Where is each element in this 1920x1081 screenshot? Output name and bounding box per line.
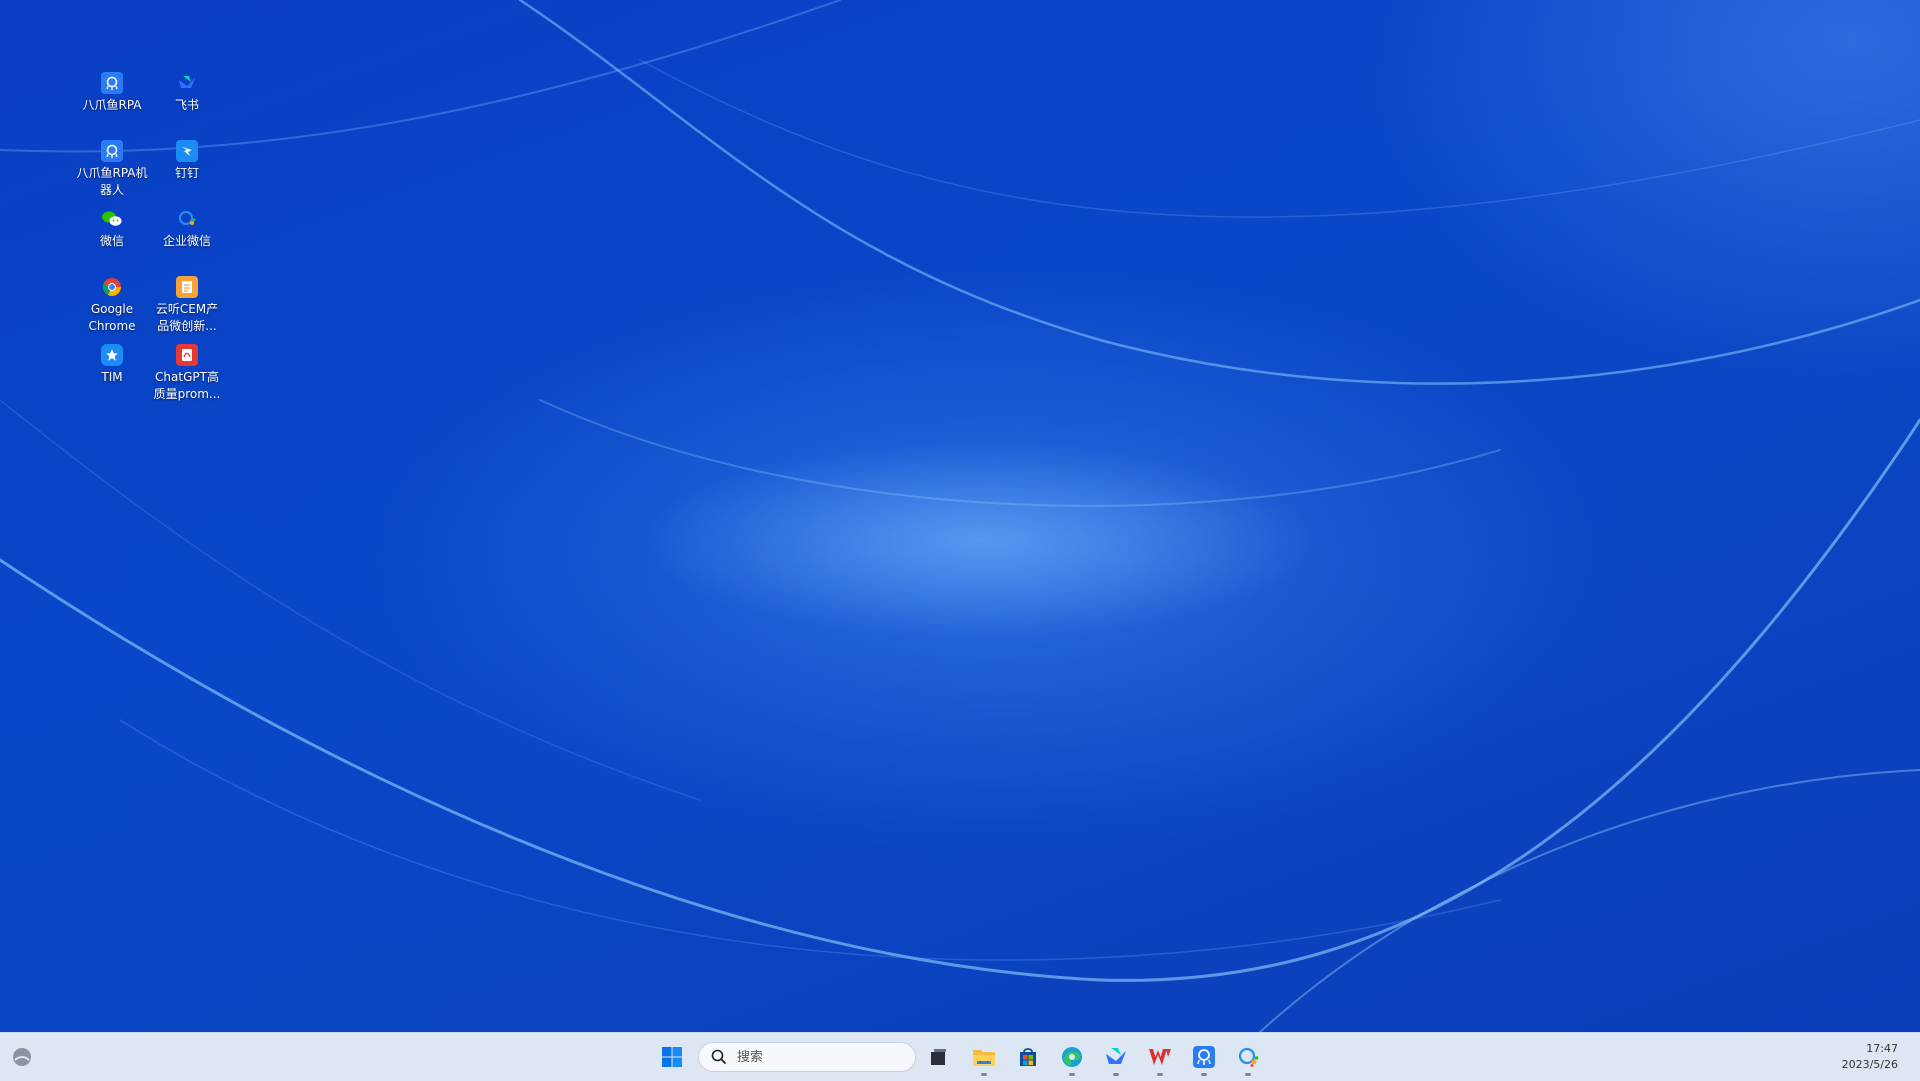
taskbar-wecom[interactable] (1232, 1041, 1264, 1076)
edge-icon (1062, 1047, 1082, 1067)
desktop-icon-tim[interactable]: TIM (75, 344, 149, 386)
desktop-icon-label: TIM (101, 370, 123, 384)
desktop-icon-label: 钉钉 (174, 166, 199, 180)
clock-time: 17:47 (1866, 1042, 1898, 1055)
feishu-icon (1106, 1048, 1126, 1064)
taskbar-ms-store[interactable] (1012, 1041, 1044, 1073)
desktop-icon-document[interactable]: 云听CEM产 品微创新... (150, 276, 224, 335)
ms-store-icon (1020, 1048, 1036, 1066)
widgets-button[interactable] (6, 1041, 38, 1073)
desktop-icon-label: Google Chrome (88, 302, 136, 333)
taskbar-wps[interactable] (1144, 1041, 1176, 1076)
task-view-button[interactable] (922, 1041, 954, 1073)
chrome-icon (101, 276, 123, 298)
octopus-rpa-icon (1193, 1046, 1215, 1068)
taskbar-search[interactable] (698, 1042, 916, 1072)
taskbar-octopus-rpa[interactable] (1188, 1041, 1220, 1076)
desktop-icon-wecom[interactable]: 企业微信 (150, 208, 224, 250)
octopus-rpa-icon (101, 72, 123, 94)
running-indicator (1113, 1073, 1119, 1076)
running-indicator (981, 1073, 987, 1076)
wechat-icon (101, 208, 123, 230)
desktop-icon-pdf[interactable]: ChatGPT高 质量prom... (150, 344, 224, 403)
running-indicator (1157, 1073, 1163, 1076)
start-icon (662, 1047, 682, 1067)
desktop: 八爪鱼RPA 飞书 八爪鱼RPA机 器人 钉钉 微信 企业微信 Google C… (0, 0, 1920, 1080)
search-icon (711, 1049, 727, 1065)
desktop-icon-label: ChatGPT高 质量prom... (153, 370, 221, 401)
desktop-icon-label: 云听CEM产 品微创新... (155, 302, 219, 333)
running-indicator (1245, 1073, 1251, 1076)
taskbar-file-explorer[interactable] (968, 1041, 1000, 1076)
file-explorer-icon (973, 1050, 995, 1066)
wallpaper-swirl (0, 0, 1920, 1032)
desktop-icon-chrome[interactable]: Google Chrome (75, 276, 149, 335)
system-clock[interactable]: 17:47 2023/5/26 (1842, 1041, 1898, 1073)
desktop-icon-wechat[interactable]: 微信 (75, 208, 149, 250)
taskbar: 17:47 2023/5/26 (0, 1032, 1920, 1081)
running-indicator (1069, 1073, 1075, 1076)
desktop-icon-octopus-rpa-robot[interactable]: 八爪鱼RPA机 器人 (75, 140, 149, 199)
desktop-icon-label: 企业微信 (162, 234, 211, 248)
document-icon (176, 276, 198, 298)
running-indicator (1201, 1073, 1207, 1076)
wps-icon (1149, 1049, 1171, 1065)
desktop-icon-label: 飞书 (174, 98, 199, 112)
wecom-icon (176, 208, 198, 230)
desktop-icon-label: 微信 (99, 234, 124, 248)
clock-date: 2023/5/26 (1841, 1058, 1898, 1071)
wecom-icon (1238, 1047, 1259, 1067)
tim-icon (101, 344, 123, 366)
search-input[interactable] (735, 1048, 909, 1066)
taskbar-edge[interactable] (1056, 1041, 1088, 1076)
desktop-icon-dingtalk[interactable]: 钉钉 (150, 140, 224, 182)
taskbar-feishu[interactable] (1100, 1041, 1132, 1076)
desktop-icon-label: 八爪鱼RPA机 器人 (76, 166, 148, 197)
feishu-icon (176, 72, 198, 94)
desktop-icon-octopus-rpa[interactable]: 八爪鱼RPA (75, 72, 149, 114)
task-view-icon (931, 1049, 946, 1065)
pdf-icon (176, 344, 198, 366)
dingtalk-icon (176, 140, 198, 162)
desktop-icon-feishu[interactable]: 飞书 (150, 72, 224, 114)
start-button[interactable] (656, 1041, 688, 1073)
weather-icon (13, 1048, 31, 1066)
desktop-icon-label: 八爪鱼RPA (82, 98, 142, 112)
octopus-rpa-robot-icon (101, 140, 123, 162)
